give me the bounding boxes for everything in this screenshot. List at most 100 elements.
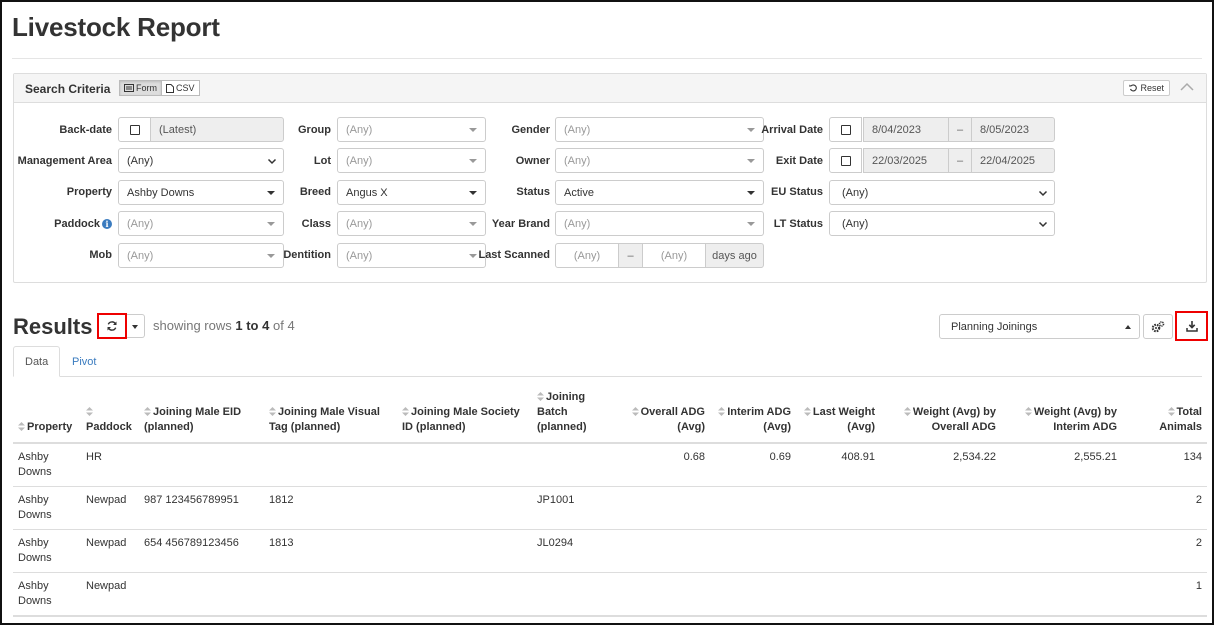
- lt-status-select[interactable]: (Any): [829, 211, 1055, 236]
- cell-paddock: Newpad: [81, 572, 139, 616]
- tab-data[interactable]: Data: [13, 346, 61, 377]
- settings-button[interactable]: [1143, 314, 1173, 339]
- arrival-date-label: Arrival Date: [761, 124, 823, 136]
- year-brand-select[interactable]: (Any): [555, 211, 764, 236]
- paddock-value: (Any): [127, 217, 154, 230]
- class-label: Class: [301, 218, 331, 230]
- col-header-weight-by-interim: Weight (Avg) by Interim ADG: [1033, 406, 1117, 433]
- eu-status-label: EU Status: [771, 186, 823, 198]
- owner-label: Owner: [515, 155, 550, 167]
- cell-last-weight: 408.91: [796, 442, 880, 487]
- cell-empty: [81, 615, 139, 623]
- rows-range: 1 to 4: [235, 318, 270, 333]
- report-page: Livestock Report Search Criteria Form CS…: [0, 0, 1214, 625]
- table-header-row: Property Paddock Joining Male EID (plann…: [13, 386, 1207, 444]
- group-select[interactable]: (Any): [337, 117, 486, 142]
- col-header-interim-adg: Interim ADG (Avg): [727, 406, 791, 433]
- backdate-checkbox[interactable]: [118, 117, 151, 142]
- report-view-select[interactable]: Planning Joinings: [939, 314, 1140, 339]
- caret-up-icon: [1125, 325, 1131, 329]
- csv-mode-button[interactable]: CSV: [162, 80, 200, 96]
- col-header[interactable]: Joining Batch (planned): [532, 386, 622, 444]
- paddock-select[interactable]: (Any): [118, 211, 284, 236]
- total-last-weight: 408.91: [796, 615, 880, 623]
- lot-label: Lot: [313, 155, 331, 167]
- cell-property: Ashby Downs: [13, 486, 81, 530]
- form-mode-label: Form: [136, 83, 157, 93]
- chevron-up-icon[interactable]: [1180, 81, 1194, 93]
- exit-date-checkbox[interactable]: [829, 148, 862, 173]
- backdate-label: Back-date: [59, 124, 112, 136]
- exit-date-label: Exit Date: [775, 155, 823, 167]
- eu-status-select[interactable]: (Any): [829, 180, 1055, 205]
- col-header-total-animals: Total Animals: [1159, 406, 1202, 433]
- arrival-date-checkbox[interactable]: [829, 117, 862, 142]
- reset-label: Reset: [1140, 83, 1164, 93]
- cell-paddock: Newpad: [81, 529, 139, 573]
- col-header-male-visual-tag: Joining Male Visual Tag (planned): [269, 406, 380, 433]
- col-header[interactable]: Paddock: [81, 386, 139, 444]
- year-brand-value: (Any): [564, 217, 591, 230]
- refresh-options-button[interactable]: [127, 314, 145, 338]
- paddock-label-text: Paddock: [54, 218, 100, 230]
- col-header[interactable]: Property: [13, 386, 81, 444]
- status-select[interactable]: Active: [555, 180, 764, 205]
- col-header[interactable]: Weight (Avg) by Interim ADG: [1001, 386, 1122, 444]
- tab-pivot[interactable]: Pivot: [61, 346, 107, 377]
- gender-value: (Any): [564, 123, 591, 136]
- last-scanned-suffix: days ago: [705, 243, 764, 268]
- col-header-male-society-id: Joining Male Society ID (planned): [402, 406, 520, 433]
- col-header[interactable]: Joining Male EID (planned): [139, 386, 264, 444]
- cell-male-eid: 987 123456789951: [139, 486, 264, 530]
- search-criteria-header: Search Criteria Form CSV Reset: [14, 74, 1206, 103]
- col-header[interactable]: Last Weight (Avg): [796, 386, 880, 444]
- total-weight-by-overall: 2,534.22: [880, 615, 1001, 623]
- owner-select[interactable]: (Any): [555, 148, 764, 173]
- last-scanned-to-input[interactable]: (Any): [642, 243, 706, 268]
- class-value: (Any): [346, 217, 373, 230]
- sort-icon: [269, 407, 276, 416]
- sort-icon: [144, 407, 151, 416]
- search-mode-toggle: Form CSV: [119, 80, 200, 96]
- info-icon[interactable]: i: [102, 219, 112, 229]
- lot-select[interactable]: (Any): [337, 148, 486, 173]
- status-value: Active: [564, 186, 594, 199]
- refresh-button[interactable]: [97, 313, 127, 339]
- col-header[interactable]: Joining Male Visual Tag (planned): [264, 386, 397, 444]
- gender-select[interactable]: (Any): [555, 117, 764, 142]
- reset-button[interactable]: Reset: [1123, 80, 1170, 96]
- last-scanned-separator: –: [618, 243, 643, 268]
- sort-icon: [86, 407, 93, 416]
- cell-paddock: Newpad: [81, 486, 139, 530]
- property-value: Ashby Downs: [127, 186, 195, 199]
- col-header[interactable]: Joining Male Society ID (planned): [397, 386, 532, 444]
- col-header[interactable]: Weight (Avg) by Overall ADG: [880, 386, 1001, 444]
- mob-select[interactable]: (Any): [118, 243, 284, 268]
- class-select[interactable]: (Any): [337, 211, 486, 236]
- download-button[interactable]: [1175, 311, 1208, 341]
- cell-batch: JP1001: [532, 486, 622, 530]
- form-mode-button[interactable]: Form: [119, 80, 162, 96]
- management-area-select[interactable]: (Any): [118, 148, 284, 173]
- col-header[interactable]: Interim ADG (Avg): [710, 386, 796, 444]
- col-header[interactable]: Total Animals: [1122, 386, 1207, 444]
- cell-male-eid: 654 456789123456: [139, 529, 264, 573]
- chevron-down-icon: [1038, 190, 1048, 197]
- cell-batch: JL0294: [532, 529, 622, 573]
- col-header-weight-by-overall: Weight (Avg) by Overall ADG: [912, 406, 996, 433]
- sort-icon: [718, 407, 726, 416]
- cell-weight-by-interim: [1001, 486, 1122, 530]
- mob-value: (Any): [127, 249, 154, 262]
- exit-date-from-input: 22/03/2025: [863, 148, 949, 173]
- rows-info: showing rows 1 to 4 of 4: [153, 318, 295, 333]
- col-header[interactable]: Overall ADG (Avg): [622, 386, 710, 444]
- property-select[interactable]: Ashby Downs: [118, 180, 284, 205]
- management-area-label: Management Area: [17, 155, 112, 167]
- cell-overall-adg: [622, 486, 710, 530]
- breed-select[interactable]: Angus X: [337, 180, 486, 205]
- cell-weight-by-interim: 2,555.21: [1001, 442, 1122, 487]
- cell-last-weight: [796, 486, 880, 530]
- eu-status-value: (Any): [842, 186, 869, 199]
- dentition-select[interactable]: (Any): [337, 243, 486, 268]
- last-scanned-from-input[interactable]: (Any): [555, 243, 619, 268]
